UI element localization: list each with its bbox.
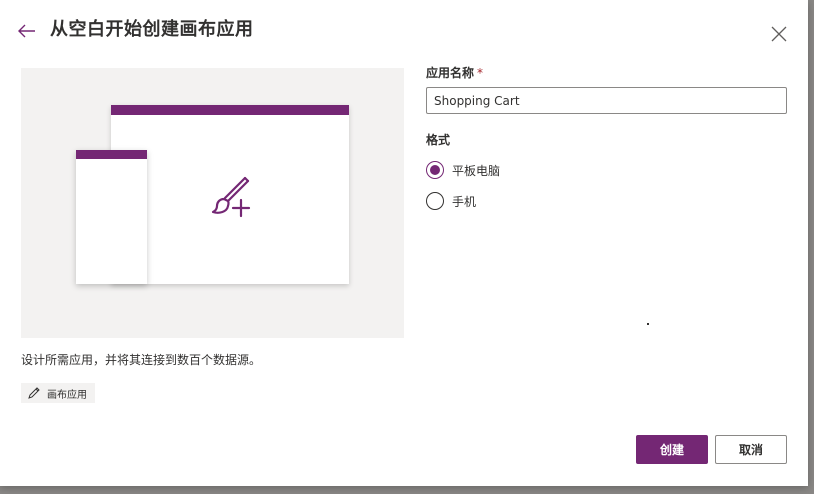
app-preview-illustration [21, 68, 404, 338]
pencil-icon [28, 387, 40, 399]
close-button[interactable] [769, 24, 789, 44]
app-name-label: 应用名称 * [426, 64, 483, 81]
window-title-bar [76, 150, 147, 159]
dialog-title: 从空白开始创建画布应用 [50, 19, 254, 40]
window-title-bar [111, 105, 349, 115]
create-button[interactable]: 创建 [636, 435, 708, 464]
format-option-phone[interactable]: 手机 [426, 192, 476, 210]
radio-selected-dot [430, 165, 440, 175]
brush-plus-icon [211, 176, 251, 218]
app-description: 设计所需应用，并将其连接到数百个数据源。 [21, 353, 262, 367]
arrow-left-icon [18, 24, 35, 38]
back-button[interactable] [16, 20, 38, 42]
cancel-button[interactable]: 取消 [715, 435, 787, 464]
required-marker: * [477, 66, 484, 80]
format-option-tablet-label: 平板电脑 [452, 163, 501, 178]
phone-window-illustration [76, 150, 147, 284]
app-type-tag: 画布应用 [21, 383, 95, 403]
stray-dot [647, 323, 649, 325]
app-name-label-text: 应用名称 [426, 66, 475, 80]
radio-phone[interactable] [426, 192, 444, 210]
format-option-phone-label: 手机 [452, 194, 477, 209]
close-icon [771, 26, 787, 42]
tag-label: 画布应用 [47, 389, 87, 401]
radio-tablet[interactable] [426, 161, 444, 179]
format-label: 格式 [426, 133, 451, 147]
app-name-input[interactable] [426, 87, 787, 114]
create-canvas-app-dialog: 从空白开始创建画布应用 设计所需应用，并将其连接到数百个数据源。 画布应用 应用… [0, 0, 808, 486]
format-option-tablet[interactable]: 平板电脑 [426, 161, 500, 179]
